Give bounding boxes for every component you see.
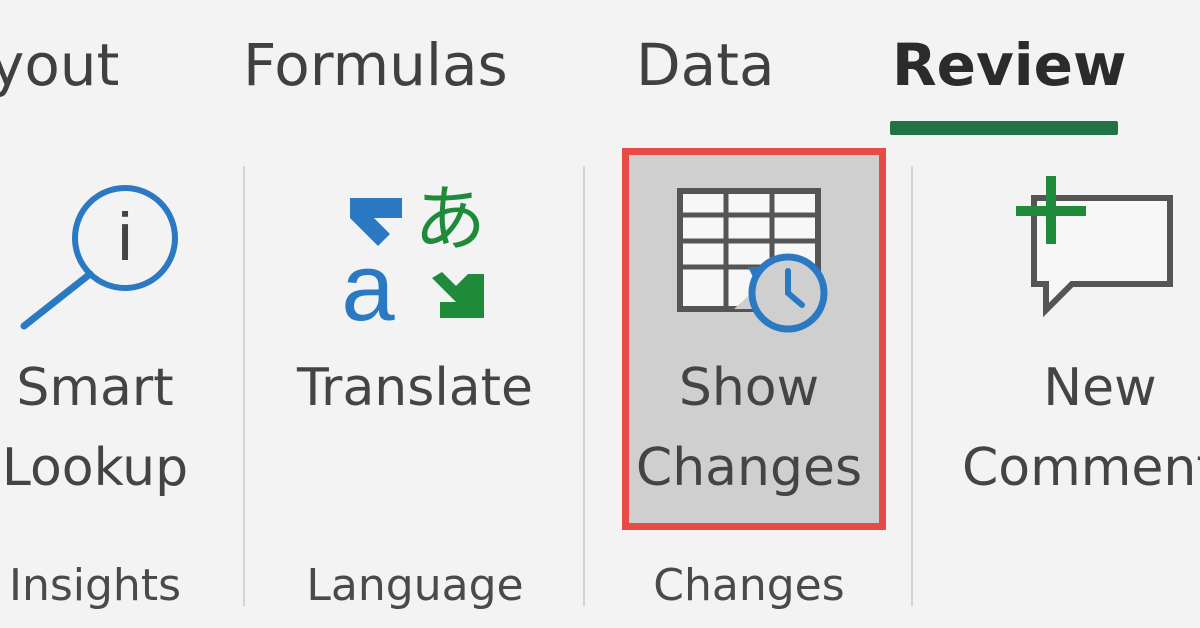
group-separator — [243, 166, 245, 606]
tab-review[interactable]: Review — [892, 26, 1127, 104]
show-changes-button[interactable]: Show Changes — [629, 155, 879, 523]
group-label-changes: Changes — [653, 560, 845, 611]
translate-icon: a あ — [341, 182, 486, 332]
smart-lookup-button[interactable]: i Smart Lookup — [0, 160, 230, 520]
new-comment-icon — [1016, 176, 1173, 318]
show-changes-label-line2: Changes — [635, 438, 863, 498]
svg-text:i: i — [117, 199, 132, 275]
smart-lookup-label-line2: Lookup — [1, 438, 189, 498]
new-comment-button[interactable]: New Comment — [950, 160, 1200, 520]
tab-formulas[interactable]: Formulas — [243, 26, 508, 104]
tab-page-layout[interactable]: yout — [0, 26, 119, 104]
group-label-insights: Insights — [8, 560, 181, 611]
show-changes-label-line1: Show — [678, 358, 820, 418]
active-tab-indicator — [890, 121, 1118, 135]
group-separator — [583, 166, 585, 606]
svg-text:あ: あ — [414, 182, 486, 261]
ribbon: yout Formulas Data Review i Smart Lookup… — [0, 0, 1200, 628]
search-info-icon: i — [20, 185, 178, 330]
smart-lookup-label-line1: Smart — [16, 358, 174, 418]
new-comment-label-line2: Comment — [962, 438, 1200, 498]
tab-data[interactable]: Data — [636, 26, 775, 104]
translate-button[interactable]: a あ Translate — [280, 160, 550, 520]
show-changes-icon — [677, 188, 828, 333]
svg-text:a: a — [341, 234, 395, 332]
new-comment-label-line1: New — [1043, 358, 1157, 418]
translate-label: Translate — [296, 358, 534, 418]
group-label-language: Language — [306, 560, 524, 611]
group-separator — [911, 166, 913, 606]
